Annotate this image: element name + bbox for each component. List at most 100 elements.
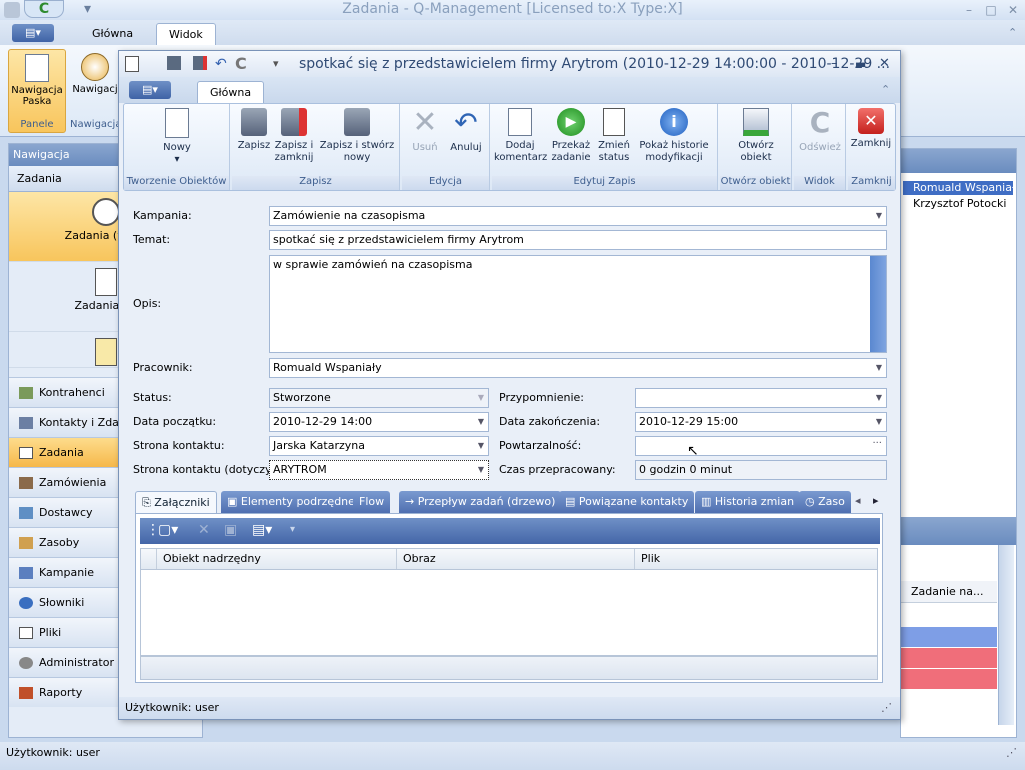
chevron-down-icon: ▼ (477, 393, 484, 402)
resize-grip-icon[interactable]: ⋰ (881, 697, 892, 719)
nav-options-button[interactable]: Nawigacj (70, 49, 120, 119)
refresh-large-icon: C (809, 106, 831, 139)
tab-zasoby[interactable]: ◷ Zaso (799, 491, 851, 513)
undo-icon[interactable]: ↶ (215, 51, 227, 77)
dialog-minimize-icon[interactable]: – (831, 51, 838, 77)
dialog-app-menu-button[interactable]: ▤▾ (129, 81, 171, 99)
main-status-bar: Użytkownik: user ⋰ (0, 742, 1025, 770)
zmien-status-button[interactable]: Zmień status (596, 108, 632, 164)
copy-attachment-icon[interactable]: ▣ (224, 522, 237, 538)
data-zakonczenia-picker[interactable]: 2010-12-29 15:00 ▼ (635, 412, 887, 432)
maximize-icon[interactable]: □ (980, 1, 1002, 17)
tab-zalaczniki[interactable]: ⎘ Załączniki (135, 491, 217, 513)
group-widok: C Odśwież Widok (794, 104, 846, 190)
person-item[interactable]: Krzysztof Potocki (903, 197, 1013, 211)
strona-kontaktu-select[interactable]: Jarska Katarzyna ▼ (269, 436, 489, 456)
otworz-obiekt-button[interactable]: Otwórz obiekt (728, 108, 784, 164)
zamknij-button[interactable]: ✕ Zamknij (850, 108, 892, 150)
detail-tabs: ⎘ Załączniki ▣ Elementy podrzędne Flow →… (135, 491, 885, 513)
ellipsis-icon[interactable]: ··· (872, 437, 882, 453)
files-icon (19, 627, 33, 639)
grid-col-obiekt[interactable]: Obiekt nadrzędny (157, 549, 397, 569)
sidebar-item-label: Zadania (39, 446, 84, 459)
sidebar-item-label: Zasoby (39, 536, 80, 549)
tab-historia-zmian[interactable]: ▥ Historia zmian (695, 491, 801, 513)
save-close-small-icon[interactable] (193, 56, 207, 70)
group-zamknij-label: Zamknij (848, 176, 895, 190)
dialog-ribbon-collapse-icon[interactable]: ⌃ (881, 83, 890, 96)
zapisz-zamknij-button[interactable]: Zapisz i zamknij (274, 108, 314, 164)
czas-przepracowany-field: 0 godzin 0 minut (635, 460, 887, 480)
status-select[interactable]: Stworzone ▼ (269, 388, 489, 408)
pracownik-select[interactable]: Romuald Wspaniały ▼ (269, 358, 887, 378)
chevron-down-icon: ▼ (875, 211, 882, 220)
zapisz-nowy-button[interactable]: Zapisz i stwórz nowy (318, 108, 396, 164)
close-icon[interactable]: ✕ (1002, 1, 1024, 17)
grid-col-header[interactable]: Zadanie na... (901, 581, 997, 603)
main-resize-grip-icon[interactable]: ⋰ (1006, 742, 1017, 764)
group-otworz: Otwórz obiekt Otwórz obiekt (720, 104, 792, 190)
save-small-icon[interactable] (167, 56, 181, 70)
contacts-icon (19, 417, 33, 429)
app-menu-button[interactable]: ▤▾ (12, 24, 54, 42)
dialog-ribbon: Nowy ▾ Tworzenie Obiektów Zapisz Zapisz i… (123, 103, 896, 191)
sidebar-item-label: Dostawcy (39, 506, 93, 519)
vertical-scrollbar[interactable] (998, 545, 1014, 725)
delete-attachment-icon[interactable]: ✕ (198, 522, 210, 538)
przekaz-zadanie-button[interactable]: ▶ Przekaż zadanie (548, 108, 594, 164)
grid-col-plik[interactable]: Plik (635, 549, 877, 569)
quick-access-dropdown-icon[interactable]: ▾ (273, 51, 279, 77)
group-panele-label: Panele (20, 119, 54, 130)
strona-kontaktu-label: Strona kontaktu: (133, 439, 225, 452)
anuluj-button[interactable]: ↶ Anuluj (446, 108, 486, 154)
tabs-scroll-right-icon[interactable]: ▸ (873, 494, 879, 507)
group-zapisz: Zapisz Zapisz i zamknij Zapisz i stwórz … (232, 104, 400, 190)
grid-col-obraz[interactable]: Obraz (397, 549, 635, 569)
sidebar-item-label: Zamówienia (39, 476, 107, 489)
dialog-maximize-icon[interactable]: ▬ (855, 51, 866, 77)
data-poczatku-picker[interactable]: 2010-12-29 14:00 ▼ (269, 412, 489, 432)
opis-value: w sprawie zamówień na czasopisma (273, 258, 473, 271)
attachments-grid-body[interactable] (140, 570, 878, 656)
strona-kontaktu-dotyczy-value: ARYTROM (273, 463, 327, 476)
tab-przeplyw[interactable]: → Przepływ zadań (drzewo) (399, 491, 562, 513)
powtarzalnosc-field[interactable]: ··· (635, 436, 887, 456)
tab-glowna[interactable]: Główna (80, 23, 145, 45)
kampania-select[interactable]: Zamówienie na czasopisma ▼ (269, 206, 887, 226)
new-attachment-icon[interactable]: ▢▾ (158, 522, 178, 538)
toolbar-overflow-icon[interactable]: ▾ (290, 524, 295, 535)
main-ribbon-tabs: ▤▾ Główna Widok ⌃ (0, 20, 1025, 45)
dodaj-komentarz-label: Dodaj komentarz (494, 140, 548, 163)
tab-flow[interactable]: Flow (353, 491, 391, 513)
tab-powiazane-kontakty[interactable]: ▤ Powiązane kontakty (559, 491, 695, 513)
dodaj-komentarz-button[interactable]: Dodaj komentarz (494, 108, 548, 164)
usun-button[interactable]: ✕ Usuń (406, 108, 444, 154)
table-row[interactable] (901, 627, 997, 647)
table-row[interactable] (901, 669, 997, 689)
clipboard-check-icon (94, 268, 117, 296)
zapisz-button[interactable]: Zapisz (236, 108, 272, 152)
mouse-cursor-icon: ↖ (687, 443, 699, 459)
dialog-close-icon[interactable]: ✕ (879, 51, 890, 77)
minimize-icon[interactable]: – (958, 1, 980, 17)
navigation-pane-icon (25, 54, 49, 82)
opis-scrollbar[interactable] (870, 256, 886, 352)
opis-textarea[interactable]: w sprawie zamówień na czasopisma (269, 255, 887, 353)
pokaz-historie-button[interactable]: i Pokaż historie modyfikacji (634, 108, 714, 164)
save-attachment-icon[interactable]: ▤▾ (252, 522, 272, 538)
temat-input[interactable]: spotkać się z przedstawicielem firmy Ary… (269, 230, 887, 250)
tabs-scroll-left-icon[interactable]: ◂ (855, 494, 861, 507)
nowy-button[interactable]: Nowy ▾ (152, 108, 202, 166)
dialog-tab-glowna[interactable]: Główna (197, 81, 265, 103)
tab-widok[interactable]: Widok (156, 23, 216, 45)
data-poczatku-label: Data początku: (133, 415, 217, 428)
task-edit-dialog: ↶ C ▾ spotkać się z przedstawicielem fir… (118, 50, 901, 720)
odswiez-button[interactable]: C Odśwież (798, 108, 842, 154)
person-item[interactable]: Romuald Wspaniały (903, 181, 1013, 195)
refresh-small-icon[interactable]: C (235, 51, 247, 77)
tab-elementy-podrzedne[interactable]: ▣ Elementy podrzędne (221, 491, 361, 513)
strona-kontaktu-dotyczy-select[interactable]: ARYTROM ▼ (269, 460, 489, 480)
przypomnienie-select[interactable]: ▼ (635, 388, 887, 408)
ribbon-collapse-icon[interactable]: ⌃ (1008, 26, 1017, 39)
table-row[interactable] (901, 648, 997, 668)
